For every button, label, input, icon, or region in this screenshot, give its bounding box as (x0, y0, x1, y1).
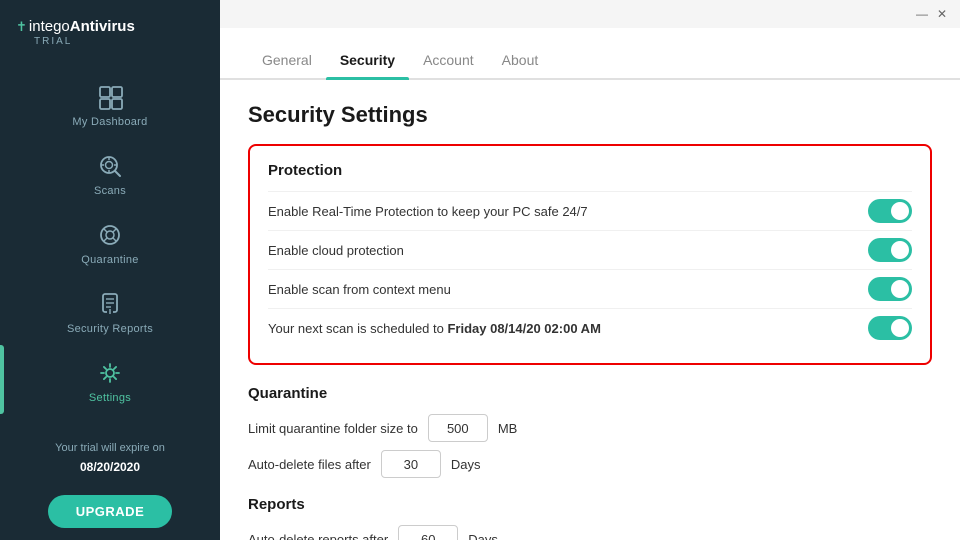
sidebar-item-dashboard[interactable]: My Dashboard (0, 69, 220, 138)
context-toggle[interactable] (868, 277, 912, 301)
schedule-toggle[interactable] (868, 316, 912, 340)
tab-account[interactable]: Account (409, 52, 488, 78)
auto-delete-reports-input[interactable] (398, 525, 458, 540)
sidebar-reports-label: Security Reports (67, 323, 153, 335)
folder-size-input[interactable] (428, 414, 488, 442)
protection-section: Protection Enable Real-Time Protection t… (248, 144, 932, 365)
sidebar-item-quarantine[interactable]: Quarantine (0, 207, 220, 276)
auto-delete-files-unit: Days (451, 457, 481, 472)
tab-general[interactable]: General (248, 52, 326, 78)
auto-delete-reports-row: Auto-delete reports after Days (248, 525, 932, 540)
tab-security[interactable]: Security (326, 52, 409, 78)
logo-product: Antivirus (70, 18, 135, 35)
schedule-label: Your next scan is scheduled to Friday 08… (268, 321, 601, 336)
sidebar-dashboard-label: My Dashboard (72, 116, 147, 128)
logo-brand: intego (29, 18, 70, 35)
auto-delete-files-row: Auto-delete files after Days (248, 450, 932, 478)
auto-delete-reports-label: Auto-delete reports after (248, 532, 388, 540)
realtime-label: Enable Real-Time Protection to keep your… (268, 204, 588, 219)
scans-icon (94, 150, 126, 182)
sidebar: ✝ intego Antivirus TRIAL My Dashboard (0, 0, 220, 540)
upgrade-button[interactable]: UPGRADE (48, 495, 173, 528)
trial-info: Your trial will expire on 08/20/2020 (45, 430, 175, 487)
reports-title: Reports (248, 496, 932, 513)
reports-icon (94, 288, 126, 320)
settings-icon (94, 357, 126, 389)
protection-title: Protection (268, 162, 912, 179)
minimize-button[interactable]: — (912, 4, 932, 24)
context-label: Enable scan from context menu (268, 282, 451, 297)
realtime-protection-row: Enable Real-Time Protection to keep your… (268, 191, 912, 230)
close-button[interactable]: ✕ (932, 4, 952, 24)
sidebar-item-settings[interactable]: Settings (0, 345, 220, 414)
logo-tier: TRIAL (34, 36, 72, 47)
sidebar-nav: My Dashboard Scans (0, 61, 220, 414)
quarantine-title: Quarantine (248, 385, 932, 402)
sidebar-item-reports[interactable]: Security Reports (0, 276, 220, 345)
dashboard-icon (94, 81, 126, 113)
main-area: — ✕ General Security Account About Secur… (220, 0, 960, 540)
context-menu-row: Enable scan from context menu (268, 269, 912, 308)
sidebar-settings-label: Settings (89, 392, 131, 404)
folder-size-row: Limit quarantine folder size to MB (248, 414, 932, 442)
folder-size-unit: MB (498, 421, 518, 436)
folder-size-label: Limit quarantine folder size to (248, 421, 418, 436)
page-title: Security Settings (248, 102, 932, 128)
sidebar-logo: ✝ intego Antivirus TRIAL (0, 0, 220, 61)
trial-text: Your trial will expire on (55, 442, 165, 454)
auto-delete-files-label: Auto-delete files after (248, 457, 371, 472)
tab-about[interactable]: About (488, 52, 553, 78)
cloud-toggle[interactable] (868, 238, 912, 262)
sidebar-scans-label: Scans (94, 185, 126, 197)
active-indicator (0, 345, 4, 414)
quarantine-section: Quarantine Limit quarantine folder size … (248, 385, 932, 478)
auto-delete-files-input[interactable] (381, 450, 441, 478)
reports-section: Reports Auto-delete reports after Days M… (248, 496, 932, 540)
settings-content: Security Settings Protection Enable Real… (220, 80, 960, 540)
realtime-toggle[interactable] (868, 199, 912, 223)
cloud-label: Enable cloud protection (268, 243, 404, 258)
schedule-row: Your next scan is scheduled to Friday 08… (268, 308, 912, 347)
quarantine-icon (94, 219, 126, 251)
trial-date: 08/20/2020 (80, 460, 140, 474)
titlebar: — ✕ (220, 0, 960, 28)
cloud-protection-row: Enable cloud protection (268, 230, 912, 269)
sidebar-item-scans[interactable]: Scans (0, 138, 220, 207)
logo-icon: ✝ (16, 19, 27, 35)
auto-delete-reports-unit: Days (468, 532, 498, 540)
sidebar-quarantine-label: Quarantine (81, 254, 138, 266)
tabs: General Security Account About (220, 28, 960, 80)
